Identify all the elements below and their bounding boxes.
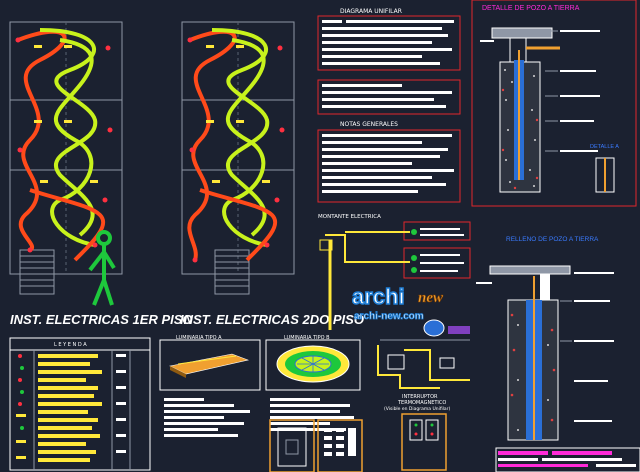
interruptor-label-2: TERMOMAGNETICO xyxy=(397,400,446,406)
relleno-title: RELLENO DE POZO A TIERRA xyxy=(506,236,599,243)
pozo-title: DETALLE DE POZO A TIERRA xyxy=(482,5,580,12)
cad-drawing-sheet: INST. ELECTRICAS 1ER PISO INST. ELECTRIC… xyxy=(0,0,640,472)
luminaire-type-b: LUMINARIA TIPO B xyxy=(265,335,361,431)
interruptor-label-3: (Visible en Diagrama Unifilar) xyxy=(384,406,451,412)
plan-title-floor-2: INST. ELECTRICAS 2DO PISO xyxy=(180,312,364,327)
general-notes: NOTAS GENERALES xyxy=(317,121,461,203)
unifilar-title: DIAGRAMA UNIFILAR xyxy=(340,8,402,15)
title-block xyxy=(495,447,640,472)
detail-a-title: DETALLE A xyxy=(590,144,619,150)
notes-title: NOTAS GENERALES xyxy=(340,121,398,128)
luminaire-a-title: LUMINARIA TIPO A xyxy=(176,335,222,341)
legend-table: L E Y E N D A xyxy=(9,337,151,471)
riser-title: MONTANTE ELECTRICA xyxy=(318,214,381,220)
legend-title: L E Y E N D A xyxy=(54,342,87,348)
luminaire-b-title: LUMINARIA TIPO B xyxy=(284,335,330,341)
plan-title-floor-1: INST. ELECTRICAS 1ER PISO xyxy=(10,312,193,327)
drawing-canvas: INST. ELECTRICAS 1ER PISO INST. ELECTRIC… xyxy=(9,0,640,472)
ground-well-fill: RELLENO DE POZO A TIERRA xyxy=(476,236,614,441)
interruptor-detail: INTERRUPTOR TERMOMAGNETICO (Visible en D… xyxy=(377,339,470,412)
floor-plan-2: INST. ELECTRICAS 2DO PISO xyxy=(180,21,364,327)
luminaire-type-a: LUMINARIA TIPO A xyxy=(159,335,261,437)
ground-well-detail: DETALLE DE POZO A TIERRA DETALLE A xyxy=(471,0,637,207)
floor-plan-1: INST. ELECTRICAS 1ER PISO xyxy=(9,21,193,327)
unifilar-diagram: DIAGRAMA UNIFILAR xyxy=(317,8,461,115)
watermark-logo: archi new archi-new.com xyxy=(351,283,470,337)
watermark-new: new xyxy=(418,290,444,306)
watermark-brand: archi xyxy=(352,284,405,309)
watermark-url: archi-new.com xyxy=(354,311,424,322)
